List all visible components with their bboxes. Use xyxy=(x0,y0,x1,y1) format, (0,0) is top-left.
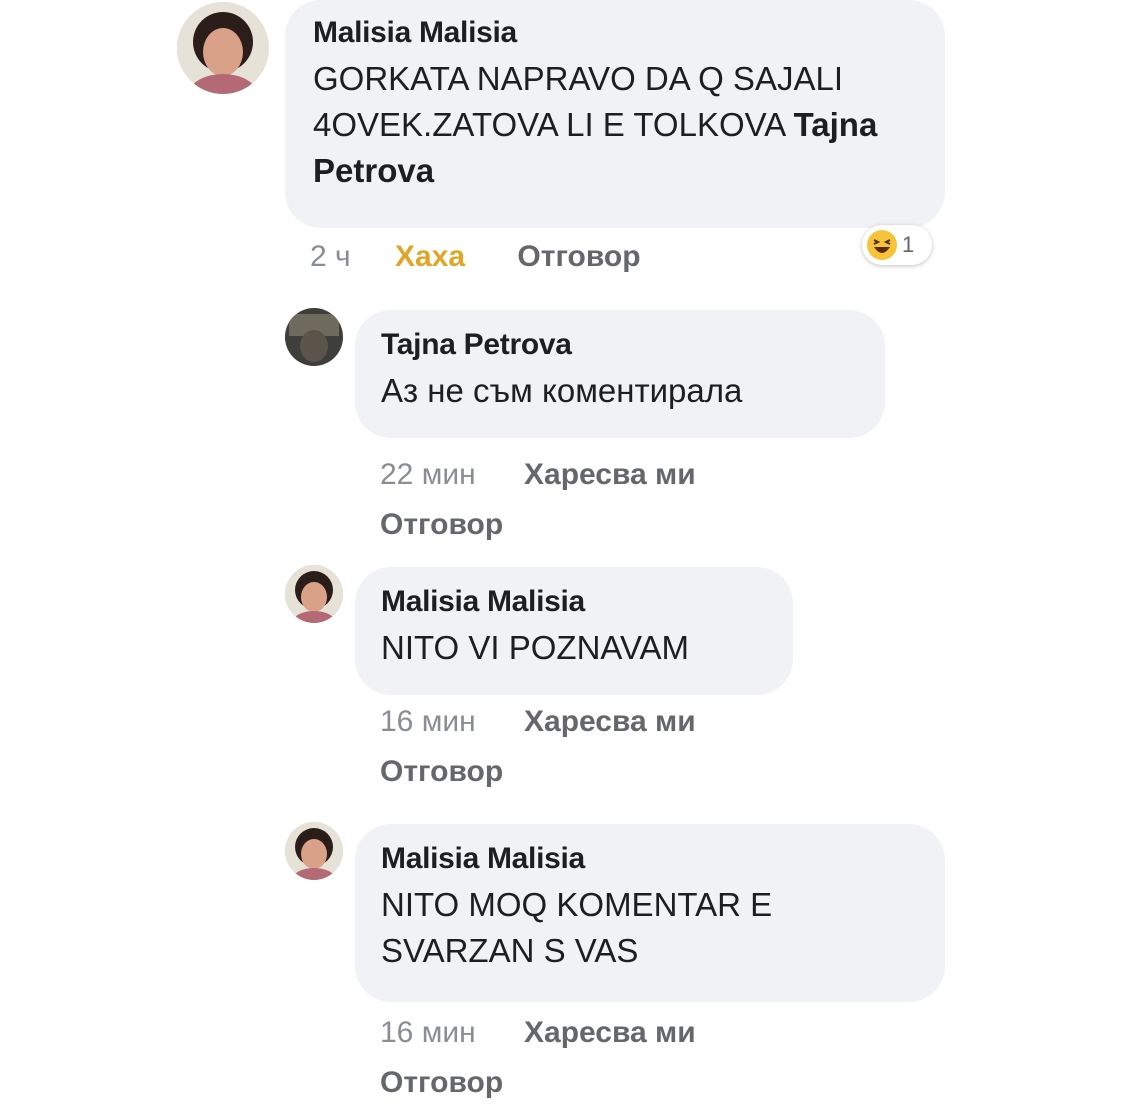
reply-button[interactable]: Отговор xyxy=(380,1066,503,1099)
comment-actions: 2 ч Хаха Отговор xyxy=(310,240,641,274)
comment-bubble: Malisia Malisia GORKATA NAPRAVO DA Q SAJ… xyxy=(285,0,945,228)
avatar-tajna[interactable] xyxy=(285,308,343,366)
like-button[interactable]: Харесва ми xyxy=(524,705,696,738)
comment-time[interactable]: 16 мин xyxy=(380,705,476,738)
comment-text: NITO MOQ KOMENTAR E SVARZAN S VAS xyxy=(381,886,773,969)
avatar-malisia[interactable] xyxy=(285,565,343,623)
comment-bubble: Tajna Petrova Аз не съм коментирала xyxy=(355,310,885,438)
comment-time[interactable]: 16 мин xyxy=(380,1016,476,1049)
comment-author[interactable]: Malisia Malisia xyxy=(381,585,767,619)
comment-author[interactable]: Malisia Malisia xyxy=(313,16,917,50)
reply-button[interactable]: Отговор xyxy=(380,755,503,788)
profile-photo-icon xyxy=(177,2,269,94)
profile-photo-icon xyxy=(285,565,343,623)
avatar-malisia[interactable] xyxy=(177,2,269,94)
comment-time[interactable]: 2 ч xyxy=(310,240,351,273)
comment-bubble: Malisia Malisia NITO MOQ KOMENTAR E SVAR… xyxy=(355,824,945,1002)
like-button[interactable]: Харесва ми xyxy=(524,1016,696,1049)
reply-button[interactable]: Отговор xyxy=(380,508,503,541)
comment-author[interactable]: Malisia Malisia xyxy=(381,842,919,876)
comment-actions: 16 мин Харесва ми Отговор xyxy=(380,1008,800,1108)
comment-actions: 22 мин Харесва ми Отговор xyxy=(380,450,800,550)
comment-bubble: Malisia Malisia NITO VI POZNAVAM xyxy=(355,567,793,695)
like-button[interactable]: Харесва ми xyxy=(524,458,696,491)
reaction-summary[interactable]: 1 xyxy=(862,225,932,265)
comment-actions: 16 мин Харесва ми Отговор xyxy=(380,697,800,797)
comment-time[interactable]: 22 мин xyxy=(380,458,476,491)
reply-button[interactable]: Отговор xyxy=(517,240,640,273)
profile-photo-icon xyxy=(285,308,343,366)
comment-text: Аз не съм коментирала xyxy=(381,372,743,409)
comment-text: GORKATA NAPRAVO DA Q SAJALI 4OVEK.ZATOVA… xyxy=(313,60,878,189)
haha-reaction-button[interactable]: Хаха xyxy=(395,240,465,273)
comment-author[interactable]: Tajna Petrova xyxy=(381,328,859,362)
avatar-malisia[interactable] xyxy=(285,822,343,880)
haha-emoji-icon xyxy=(866,229,898,261)
comment-text: NITO VI POZNAVAM xyxy=(381,629,690,666)
profile-photo-icon xyxy=(285,822,343,880)
reaction-count: 1 xyxy=(902,232,915,257)
